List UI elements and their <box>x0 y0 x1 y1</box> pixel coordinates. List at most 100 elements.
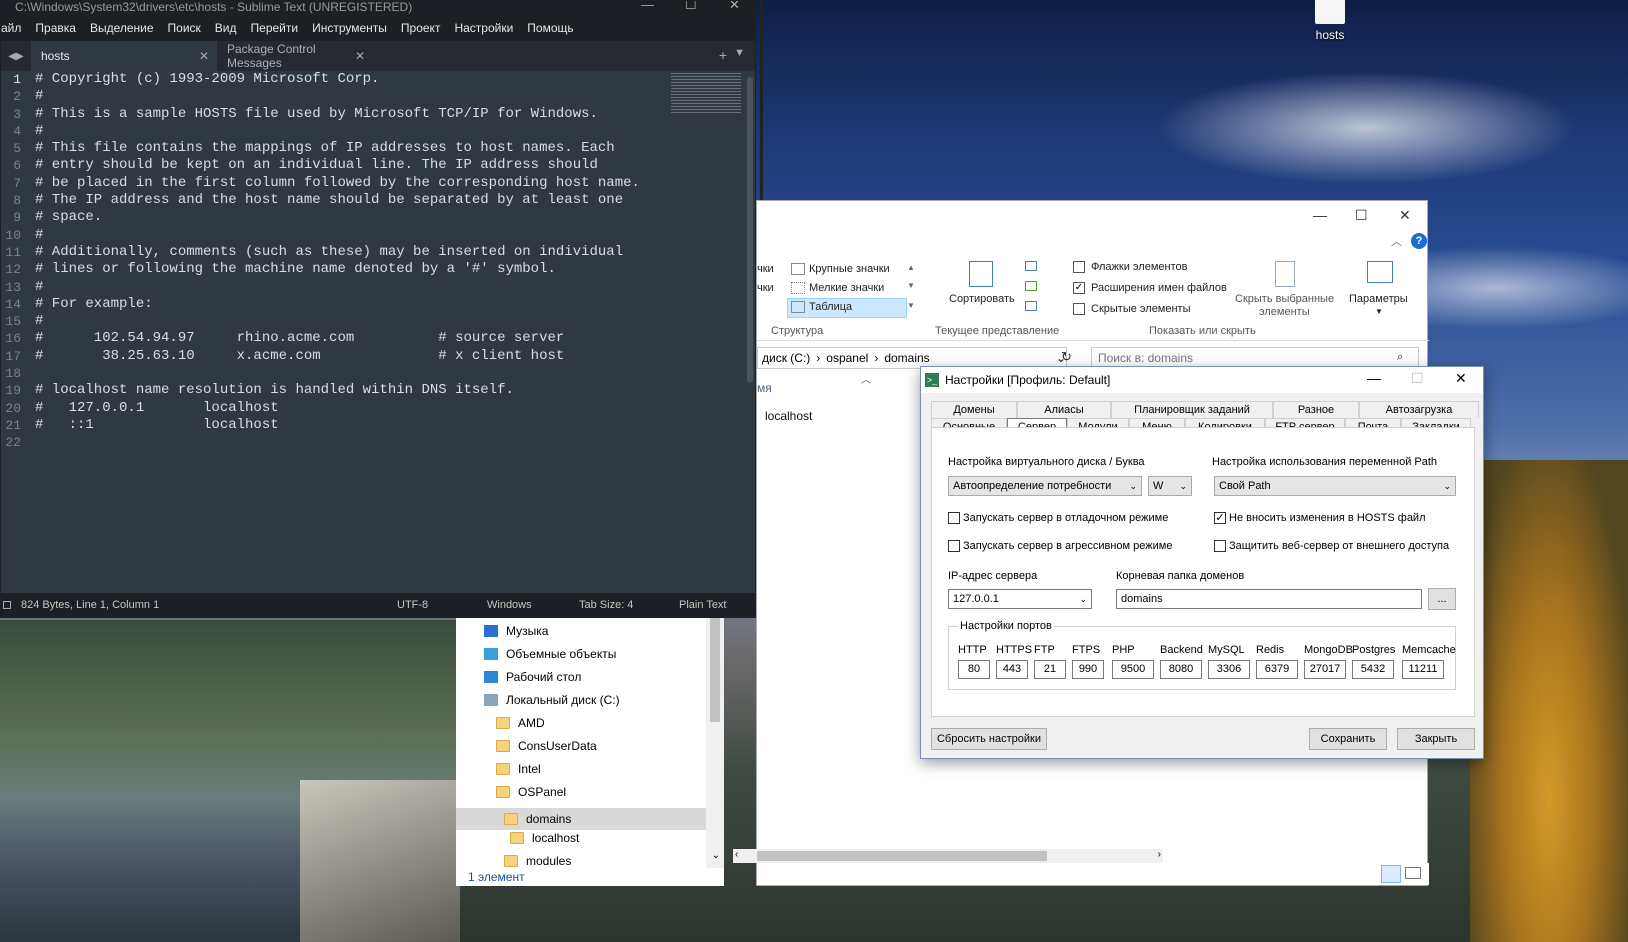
port-input-https[interactable]: 443 <box>996 660 1028 679</box>
large-icons-button[interactable]: Крупные значки <box>809 263 890 275</box>
code-line[interactable]: 13 # <box>1 279 747 296</box>
menu-item[interactable]: Помощь <box>527 21 573 35</box>
tab-hosts[interactable]: hosts ✕ <box>31 41 217 71</box>
port-input-backend[interactable]: 8080 <box>1160 660 1202 679</box>
nav-item-рабочий-стол[interactable]: Рабочий стол <box>484 670 581 684</box>
sort-button[interactable]: Сортировать <box>949 293 1015 305</box>
protect-server-checkbox[interactable]: Защитить веб-сервер от внешнего доступа <box>1214 540 1449 552</box>
nav-item-modules[interactable]: modules <box>504 854 571 868</box>
scroll-down-icon[interactable]: ⌄ <box>712 850 720 861</box>
tab-2-row1[interactable]: Планировщик заданий <box>1111 401 1273 418</box>
code-line[interactable]: 9 # space. <box>1 209 747 226</box>
code-line[interactable]: 11 # Additionally, comments (such as thes… <box>1 244 747 261</box>
menu-item[interactable]: Выделение <box>90 21 154 35</box>
nav-item-объемные-объекты[interactable]: Объемные объекты <box>484 647 616 661</box>
file-row-localhost[interactable]: localhost <box>765 409 812 423</box>
panel-toggle-icon[interactable] <box>3 601 11 609</box>
port-input-postgres[interactable]: 5432 <box>1352 660 1394 679</box>
nav-scrollbar[interactable] <box>706 618 724 868</box>
status-syntax[interactable]: Plain Text <box>679 599 727 611</box>
code-line[interactable]: 8 # The IP address and the host name shou… <box>1 192 747 209</box>
domains-root-input[interactable]: domains <box>1116 589 1422 609</box>
port-input-mysql[interactable]: 3306 <box>1208 660 1250 679</box>
nav-item-amd[interactable]: AMD <box>496 716 545 730</box>
code-line[interactable]: 6 # entry should be kept on an individual… <box>1 157 747 174</box>
status-tab-size[interactable]: Tab Size: 4 <box>579 599 633 611</box>
nav-item-музыка[interactable]: Музыка <box>484 624 548 638</box>
close-tab-icon[interactable]: ✕ <box>199 49 209 63</box>
code-line[interactable]: 5 # This file contains the mappings of IP… <box>1 140 747 157</box>
menu-item[interactable]: Поиск <box>168 21 201 35</box>
close-icon[interactable]: ✕ <box>1455 370 1467 387</box>
code-line[interactable]: 21 # ::1 localhost <box>1 417 747 434</box>
item-checkboxes-checkbox[interactable] <box>1073 261 1085 273</box>
menu-item[interactable]: айл <box>1 21 21 35</box>
aggressive-mode-checkbox[interactable]: Запускать сервер в агрессивном режиме <box>948 540 1172 552</box>
reset-settings-button[interactable]: Сбросить настройки <box>931 728 1047 750</box>
code-line[interactable]: 22 <box>1 434 747 451</box>
nav-item-localhost[interactable]: localhost <box>510 831 579 845</box>
close-tab-icon[interactable]: ✕ <box>355 49 365 63</box>
options-button[interactable]: Параметры <box>1349 293 1408 305</box>
tab-1-row1[interactable]: Алиасы <box>1017 401 1111 418</box>
options-dropdown-icon[interactable]: ▼ <box>1375 307 1383 316</box>
debug-mode-checkbox[interactable]: Запускать сервер в отладочном режиме <box>948 512 1168 524</box>
tab-scroll-arrows-icon[interactable]: ◀▶ <box>1 41 31 71</box>
nav-item-локальный-диск-c-[interactable]: Локальный диск (C:) <box>484 693 620 707</box>
table-view-button[interactable]: Таблица <box>809 301 852 313</box>
close-button[interactable]: Закрыть <box>1397 728 1475 750</box>
tab-3-row1[interactable]: Разное <box>1273 401 1359 418</box>
layout-more-icon[interactable]: ▼ <box>907 301 915 310</box>
nav-item-ospanel[interactable]: OSPanel <box>496 785 566 799</box>
code-line[interactable]: 3 # This is a sample HOSTS file used by M… <box>1 106 747 123</box>
status-encoding[interactable]: UTF-8 <box>397 599 428 611</box>
minimize-icon[interactable]: — <box>641 1 654 11</box>
code-line[interactable]: 15 # <box>1 313 747 330</box>
port-input-ftp[interactable]: 21 <box>1034 660 1066 679</box>
menu-item[interactable]: Вид <box>215 21 237 35</box>
menu-item[interactable]: Инструменты <box>312 21 387 35</box>
menu-item[interactable]: Настройки <box>454 21 513 35</box>
menu-item[interactable]: Перейти <box>251 21 299 35</box>
code-line[interactable]: 18 <box>1 365 747 382</box>
maximize-icon[interactable]: ☐ <box>1355 207 1368 224</box>
nav-item-domains[interactable]: domains <box>456 808 706 830</box>
hide-selected-button[interactable]: Скрыть выбранные <box>1235 293 1334 305</box>
tab-0-row1[interactable]: Домены <box>931 401 1017 418</box>
help-icon[interactable]: ? <box>1411 233 1427 249</box>
add-columns-icon[interactable] <box>1025 281 1037 291</box>
port-input-mongodb[interactable]: 27017 <box>1304 660 1346 679</box>
tab-package-control-messages[interactable]: Package Control Messages ✕ <box>217 41 373 71</box>
group-by-icon[interactable] <box>1025 261 1037 271</box>
code-line[interactable]: 16 # 102.54.94.97 rhino.acme.com # source… <box>1 330 747 347</box>
editor-scrollbar[interactable] <box>747 77 753 383</box>
menu-item[interactable]: Правка <box>35 21 76 35</box>
nav-item-intel[interactable]: Intel <box>496 762 541 776</box>
refresh-icon[interactable]: ↻ <box>1061 349 1072 365</box>
code-line[interactable]: 20 # 127.0.0.1 localhost <box>1 400 747 417</box>
minimize-icon[interactable]: — <box>1367 370 1381 386</box>
column-header-name[interactable]: мя <box>757 381 772 395</box>
scroll-left-icon[interactable]: ‹ <box>735 849 738 860</box>
code-line[interactable]: 14 # For example: <box>1 296 747 313</box>
virtual-disk-select[interactable]: Автоопределение потребности ⌄ <box>948 476 1142 496</box>
no-hosts-changes-checkbox[interactable]: ✓ Не вносить изменения в HOSTS файл <box>1214 512 1426 524</box>
port-input-php[interactable]: 9500 <box>1112 660 1154 679</box>
port-input-http[interactable]: 80 <box>958 660 990 679</box>
desktop-file-hosts[interactable]: hosts <box>1310 0 1350 42</box>
nav-item-consuserdata[interactable]: ConsUserData <box>496 739 597 753</box>
close-icon[interactable]: ✕ <box>1399 207 1411 224</box>
scrollbar-thumb[interactable] <box>710 618 720 722</box>
code-line[interactable]: 17 # 38.25.63.10 x.acme.com # x client ho… <box>1 348 747 365</box>
server-ip-select[interactable]: 127.0.0.1 ⌄ <box>948 589 1092 609</box>
small-icons-button[interactable]: Мелкие значки <box>809 282 884 294</box>
minimap[interactable] <box>671 73 741 113</box>
minimize-icon[interactable]: — <box>1313 207 1327 223</box>
extensions-checkbox[interactable]: ✓ <box>1073 282 1085 294</box>
horizontal-scrollbar[interactable]: ‹ › <box>733 849 1163 863</box>
scroll-right-icon[interactable]: › <box>1158 849 1161 860</box>
layout-scroll-down-icon[interactable]: ▼ <box>907 281 915 290</box>
tab-list-icon[interactable]: ▼ <box>734 47 745 59</box>
new-tab-icon[interactable]: + <box>719 47 727 63</box>
menu-item[interactable]: Проект <box>401 21 441 35</box>
